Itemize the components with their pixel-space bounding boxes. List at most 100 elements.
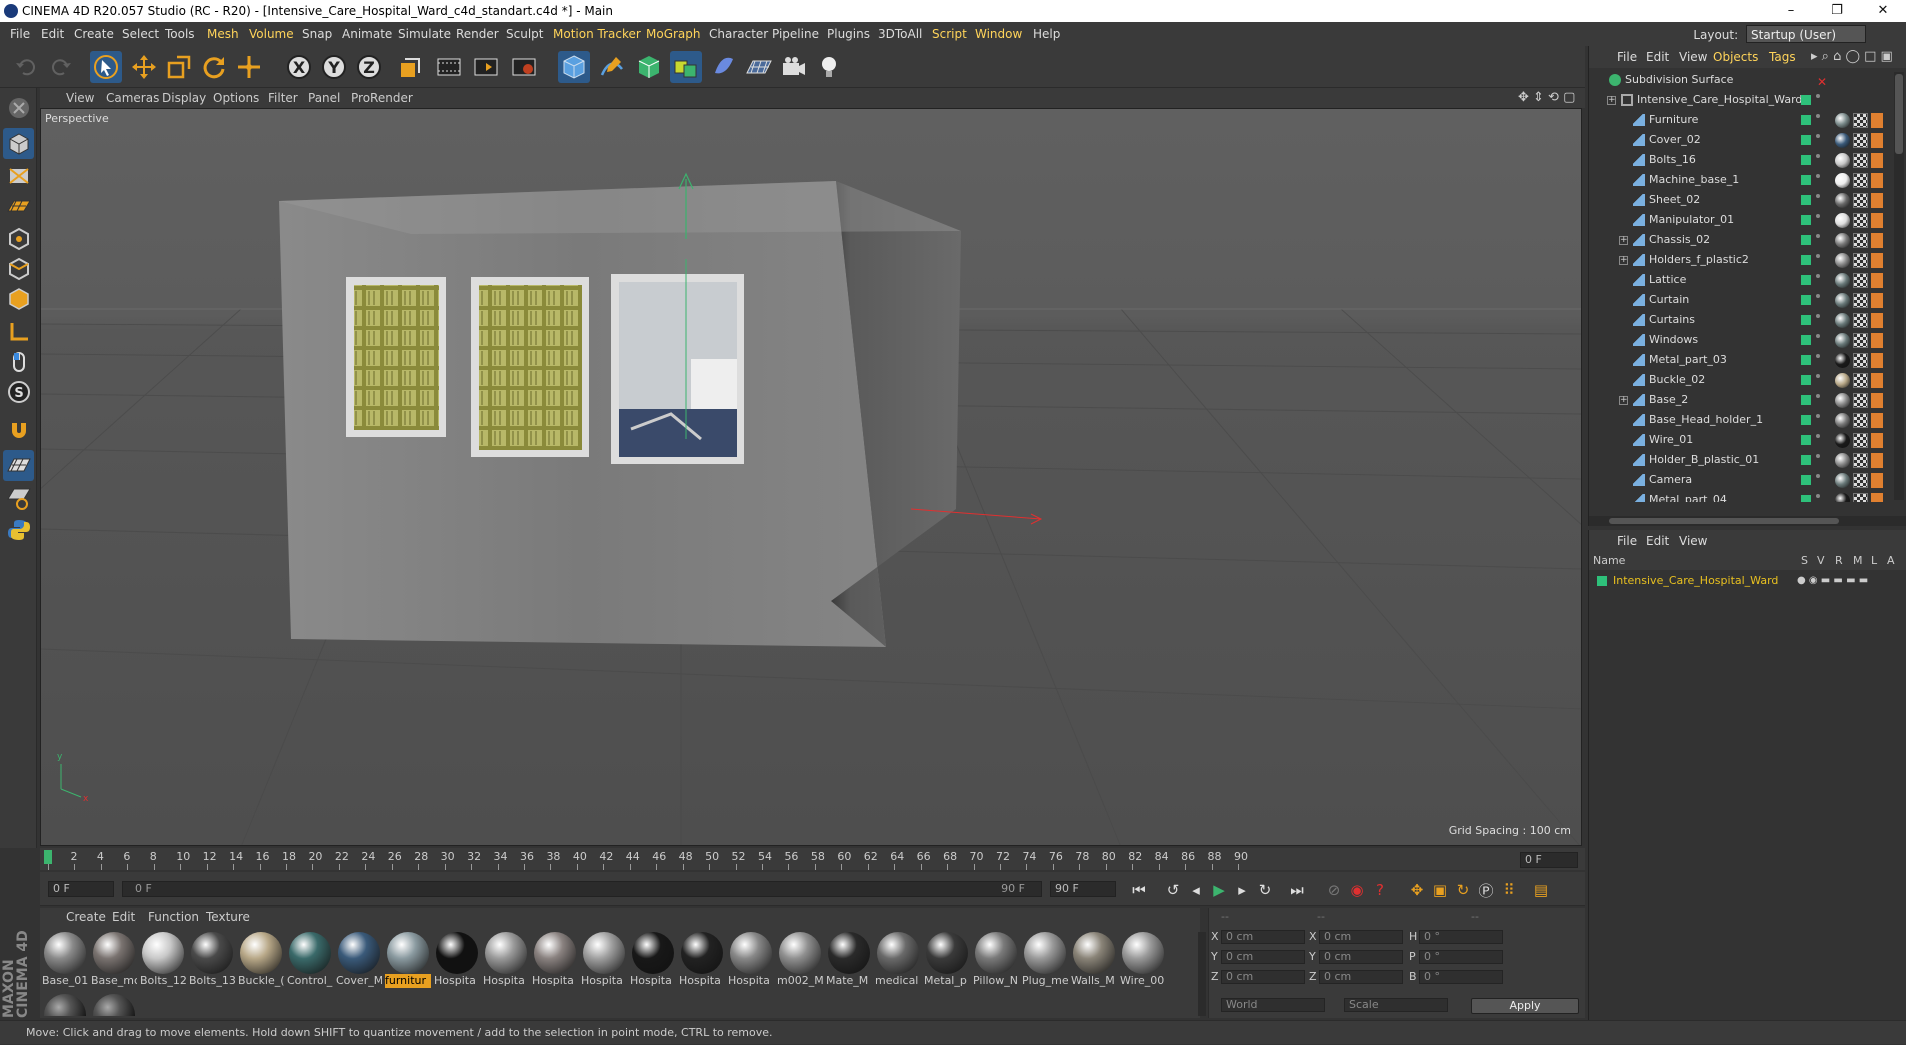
- workplane-mode-icon[interactable]: [3, 190, 34, 221]
- layer-color-icon[interactable]: [1801, 415, 1811, 425]
- y-axis-lock-icon[interactable]: Y: [318, 51, 350, 83]
- cube-object-icon[interactable]: [558, 51, 590, 83]
- layer-color-icon[interactable]: [1801, 215, 1811, 225]
- object-tree-row[interactable]: Machine_base_1: [1589, 170, 1889, 190]
- layer-color-icon[interactable]: [1801, 395, 1811, 405]
- material-swatch[interactable]: Walls_M: [1071, 932, 1117, 988]
- material-tag-icon[interactable]: [1835, 113, 1850, 128]
- visibility-dot-icon[interactable]: [1816, 174, 1820, 178]
- material-menu-texture[interactable]: Texture: [206, 908, 250, 926]
- visibility-dot-icon[interactable]: [1816, 474, 1820, 478]
- viewport-menu-display[interactable]: Display: [162, 88, 206, 108]
- material-swatch[interactable]: Mate_M: [826, 932, 872, 988]
- viewport-menu-panel[interactable]: Panel: [308, 88, 340, 108]
- material-tag-icon[interactable]: [1835, 233, 1850, 248]
- material-scrollbar[interactable]: [1198, 932, 1206, 1016]
- layer-color-icon[interactable]: [1801, 195, 1811, 205]
- coordinate-value-field[interactable]: 0 °: [1419, 970, 1503, 984]
- phong-tag-icon[interactable]: [1871, 173, 1883, 188]
- phong-tag-icon[interactable]: [1871, 373, 1883, 388]
- x-axis-lock-icon[interactable]: X: [283, 51, 315, 83]
- timeline-playhead[interactable]: [44, 850, 52, 864]
- uvw-tag-icon[interactable]: [1853, 493, 1868, 502]
- viewport-menu-cameras[interactable]: Cameras: [106, 88, 159, 108]
- uvw-tag-icon[interactable]: [1853, 153, 1868, 168]
- scale-tool-icon[interactable]: [163, 51, 195, 83]
- layer-color-icon[interactable]: [1801, 495, 1811, 502]
- menu-snap[interactable]: Snap: [302, 22, 332, 46]
- coordinate-value-field[interactable]: 0 cm: [1319, 970, 1403, 984]
- deformer-icon[interactable]: [708, 51, 740, 83]
- material-swatch[interactable]: Hospita: [581, 932, 627, 988]
- phong-tag-icon[interactable]: [1871, 133, 1883, 148]
- object-tree-row[interactable]: Bolts_16: [1589, 150, 1889, 170]
- start-frame-field[interactable]: 0 F: [48, 881, 114, 897]
- visibility-dot-icon[interactable]: [1816, 374, 1820, 378]
- menu-volume[interactable]: Volume: [249, 22, 294, 46]
- render-picture-viewer-icon[interactable]: [470, 51, 502, 83]
- layer-color-icon[interactable]: [1801, 175, 1811, 185]
- material-swatch[interactable]: Buckle_(: [238, 932, 284, 988]
- close-button[interactable]: ✕: [1860, 0, 1906, 22]
- material-swatch[interactable]: Metal_p: [924, 932, 970, 988]
- material-swatch[interactable]: medical: [875, 932, 921, 988]
- uvw-tag-icon[interactable]: [1853, 433, 1868, 448]
- uvw-tag-icon[interactable]: [1853, 193, 1868, 208]
- phong-tag-icon[interactable]: [1871, 153, 1883, 168]
- previous-key-icon[interactable]: ↺: [1162, 879, 1184, 901]
- viewport-menu-filter[interactable]: Filter: [268, 88, 298, 108]
- viewport-menu-options[interactable]: Options: [213, 88, 259, 108]
- autokeying-icon[interactable]: ?: [1369, 879, 1391, 901]
- timeline-ruler[interactable]: 0246810121416182022242628303234363840424…: [40, 848, 1585, 870]
- key-point-level-icon[interactable]: ⠿: [1498, 879, 1520, 901]
- floor-object-icon[interactable]: [743, 51, 775, 83]
- go-to-end-icon[interactable]: ⏭: [1286, 879, 1308, 901]
- key-position-icon[interactable]: ✥: [1406, 879, 1428, 901]
- previous-frame-icon[interactable]: ◂: [1185, 879, 1207, 901]
- uvw-tag-icon[interactable]: [1853, 353, 1868, 368]
- phong-tag-icon[interactable]: [1871, 493, 1883, 502]
- phong-tag-icon[interactable]: [1871, 413, 1883, 428]
- phong-tag-icon[interactable]: [1871, 233, 1883, 248]
- phong-tag-icon[interactable]: [1871, 473, 1883, 488]
- uvw-tag-icon[interactable]: [1853, 393, 1868, 408]
- menu-motion-tracker[interactable]: Motion Tracker: [553, 22, 641, 46]
- object-tree-row[interactable]: Manipulator_01: [1589, 210, 1889, 230]
- layer-color-icon[interactable]: [1801, 435, 1811, 445]
- coordinate-value-field[interactable]: 0 °: [1419, 930, 1503, 944]
- material-swatch[interactable]: Bolts_12: [140, 932, 186, 988]
- menu-mesh[interactable]: Mesh: [207, 22, 239, 46]
- object-tree-scroll-thumb[interactable]: [1895, 74, 1903, 154]
- uvw-tag-icon[interactable]: [1853, 233, 1868, 248]
- menu-character[interactable]: Character: [709, 22, 768, 46]
- uvw-tag-icon[interactable]: [1853, 333, 1868, 348]
- layer-color-icon[interactable]: [1801, 115, 1811, 125]
- timeline-window-icon[interactable]: ▤: [1530, 879, 1552, 901]
- record-disabled-icon[interactable]: ⊘: [1323, 879, 1345, 901]
- snapping-icon[interactable]: S: [3, 376, 34, 407]
- material-tag-icon[interactable]: [1835, 313, 1850, 328]
- menu-edit[interactable]: Edit: [41, 22, 64, 46]
- material-swatch[interactable]: [42, 994, 88, 1016]
- object-tree-row[interactable]: Buckle_02: [1589, 370, 1889, 390]
- expand-toggle-icon[interactable]: +: [1607, 96, 1616, 105]
- layer-color-icon[interactable]: [1801, 95, 1811, 105]
- material-swatch[interactable]: Hospita: [483, 932, 529, 988]
- uvw-tag-icon[interactable]: [1853, 273, 1868, 288]
- phong-tag-icon[interactable]: [1871, 193, 1883, 208]
- workplane-grid-icon[interactable]: [3, 450, 34, 481]
- texture-mode-icon[interactable]: [3, 160, 34, 191]
- end-frame-field[interactable]: 90 F: [1050, 881, 1116, 897]
- material-tag-icon[interactable]: [1835, 453, 1850, 468]
- visibility-dot-icon[interactable]: [1816, 494, 1820, 498]
- object-tree-row[interactable]: Holder_B_plastic_01: [1589, 450, 1889, 470]
- menu-select[interactable]: Select: [122, 22, 159, 46]
- phong-tag-icon[interactable]: [1871, 213, 1883, 228]
- expand-toggle-icon[interactable]: +: [1619, 236, 1628, 245]
- uvw-tag-icon[interactable]: [1853, 253, 1868, 268]
- objects-menu-view[interactable]: View: [1679, 46, 1707, 68]
- object-tree-row[interactable]: Camera: [1589, 470, 1889, 490]
- objects-menu-objects[interactable]: Objects: [1713, 46, 1758, 68]
- render-settings-icon[interactable]: [508, 51, 540, 83]
- layer-color-icon[interactable]: [1801, 235, 1811, 245]
